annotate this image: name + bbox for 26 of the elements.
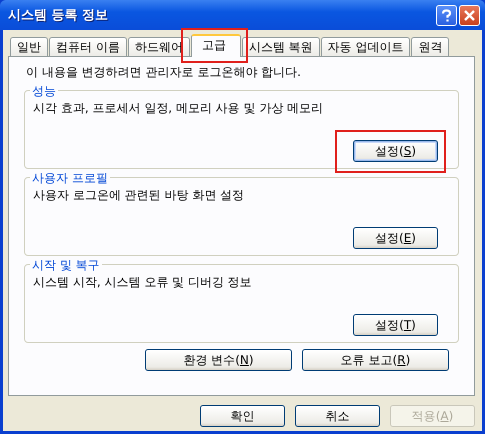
notice-text: 이 내용을 변경하려면 관리자로 로그온해야 합니다. xyxy=(26,64,302,81)
group-title: 시작 및 복구 xyxy=(30,257,102,274)
dialog-button[interactable]: 취소 xyxy=(295,405,380,427)
close-button[interactable] xyxy=(459,4,480,26)
tab[interactable]: 고급 xyxy=(190,34,241,57)
close-icon xyxy=(463,8,476,22)
tab[interactable]: 시스템 복원 xyxy=(242,37,320,56)
settings-button[interactable]: 설정(T) xyxy=(353,314,438,336)
window-title: 시스템 등록 정보 xyxy=(8,7,108,24)
tab[interactable]: 컴퓨터 이름 xyxy=(49,37,127,56)
group-title: 사용자 프로필 xyxy=(30,170,110,187)
panel-button[interactable]: 환경 변수(N) xyxy=(145,349,292,371)
panel-button[interactable]: 오류 보고(R) xyxy=(302,349,449,371)
settings-button[interactable]: 설정(S) xyxy=(353,140,438,162)
help-icon xyxy=(440,8,453,22)
dialog-button[interactable]: 확인 xyxy=(200,405,285,427)
group-description: 사용자 로그온에 관련된 바탕 화면 설정 xyxy=(33,187,246,204)
group-title: 성능 xyxy=(30,83,58,100)
tab[interactable]: 자동 업데이트 xyxy=(320,37,410,56)
tab[interactable]: 일반 xyxy=(10,37,48,56)
tab[interactable]: 원격 xyxy=(411,37,450,56)
tab[interactable]: 하드웨어 xyxy=(128,37,190,56)
group-description: 시스템 시작, 시스템 오류 및 디버깅 정보 xyxy=(33,274,253,291)
help-button[interactable] xyxy=(436,4,457,26)
group-description: 시각 효과, 프로세서 일정, 메모리 사용 및 가상 메모리 xyxy=(33,100,324,117)
settings-button[interactable]: 설정(E) xyxy=(353,227,438,249)
